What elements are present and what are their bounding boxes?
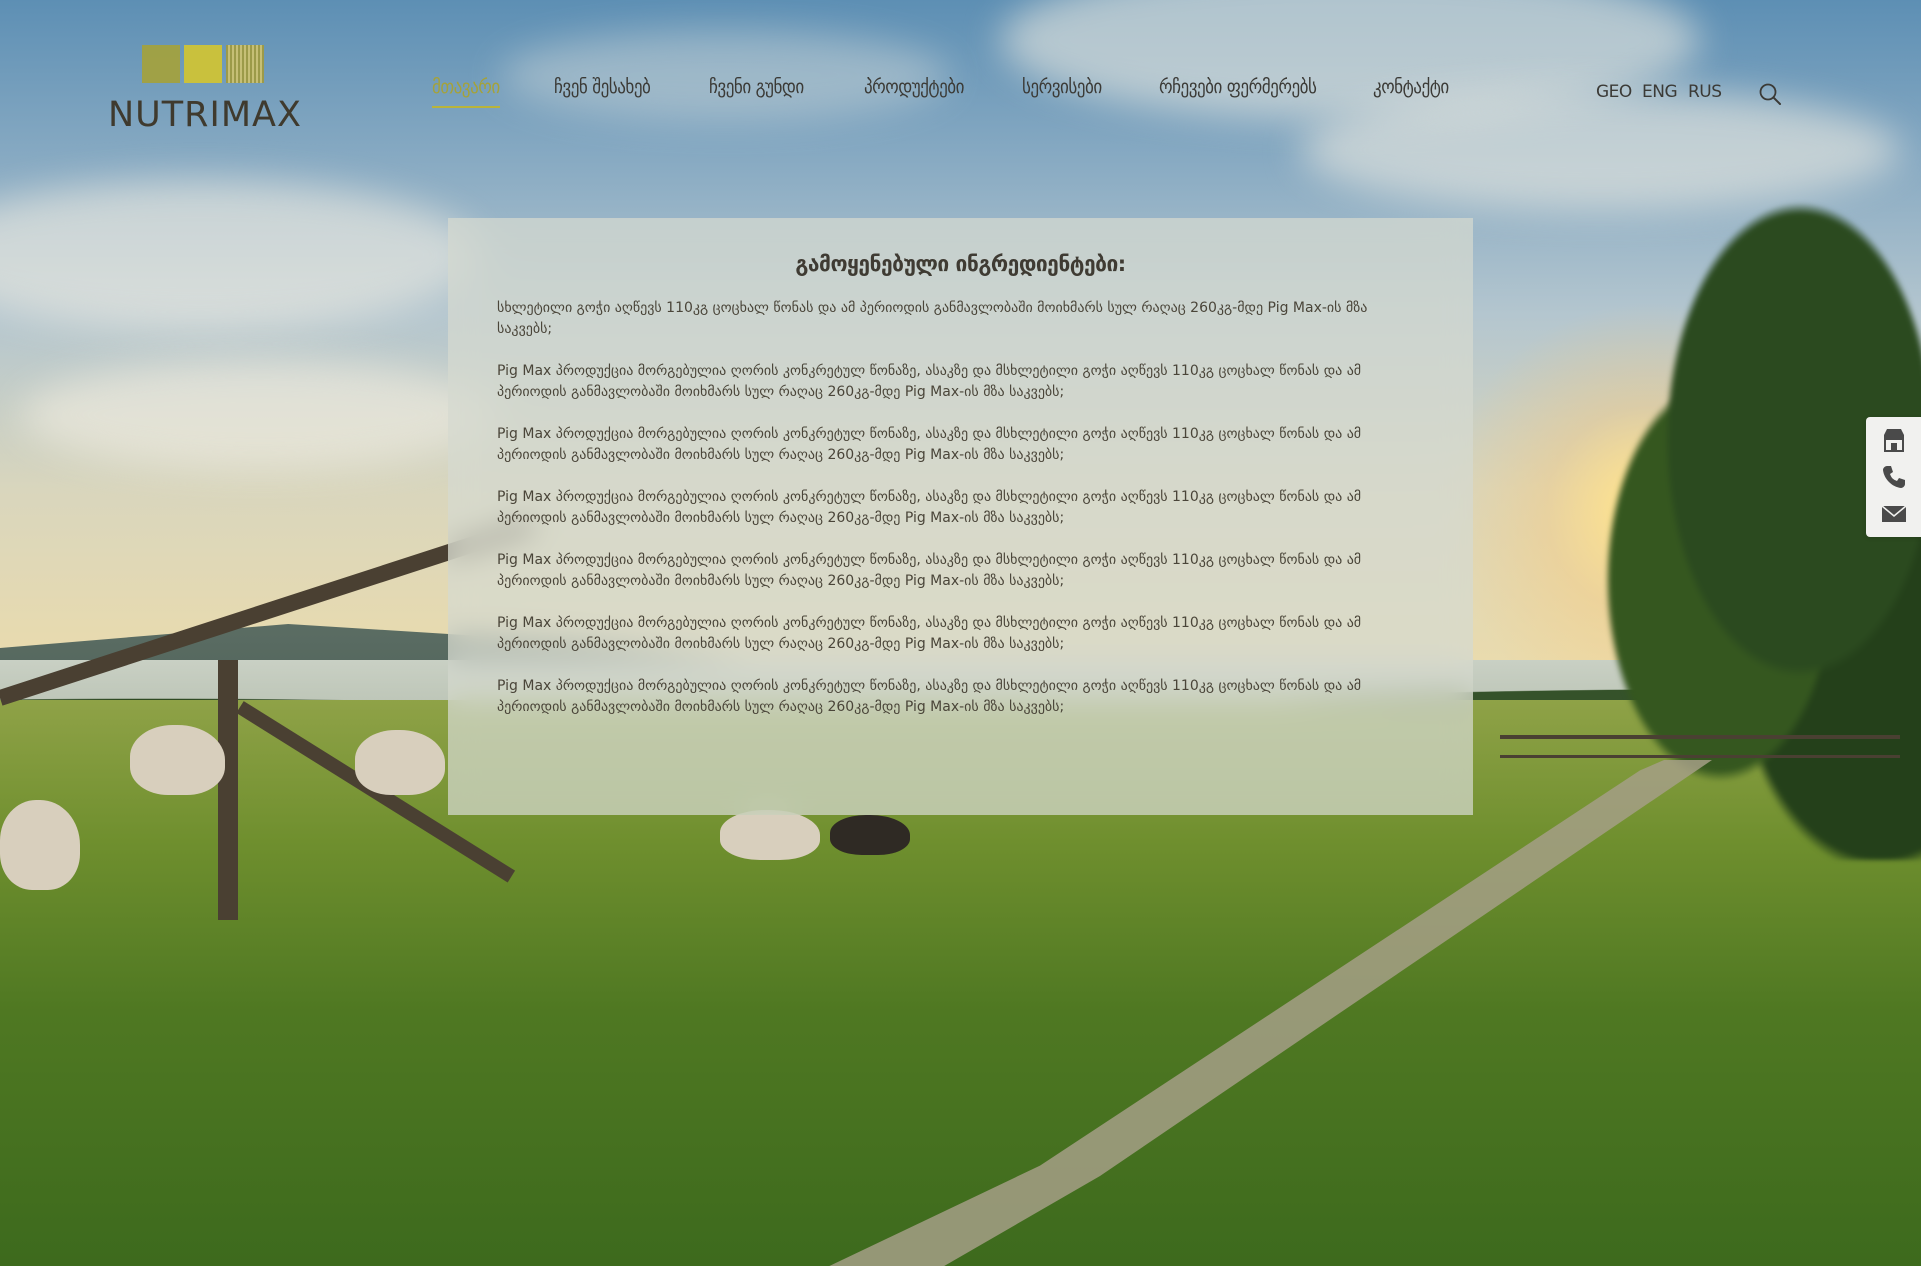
sheep: [830, 815, 910, 855]
fence-post: [218, 660, 238, 920]
paragraph: Pig Max პროდუქცია მორგებულია ღორის კონკრ…: [497, 552, 1362, 589]
lang-rus[interactable]: RUS: [1688, 82, 1722, 102]
sheep: [355, 730, 445, 795]
cloud: [20, 360, 500, 470]
paragraph: Pig Max პროდუქცია მორგებულია ღორის კონკრ…: [497, 426, 1362, 463]
card-title: გამოყენებული ინგრედიენტები:: [795, 252, 1126, 276]
search-icon[interactable]: [1758, 82, 1784, 108]
nav-item-services[interactable]: სერვისები: [1022, 76, 1102, 108]
sheep: [720, 810, 820, 860]
nav-item-about[interactable]: ჩვენ შესახებ: [554, 76, 651, 108]
logo-square: [226, 45, 264, 83]
fence-wire: [1500, 735, 1900, 739]
sheep: [130, 725, 225, 795]
lang-geo[interactable]: GEO: [1596, 82, 1632, 102]
nav-item-products[interactable]: პროდუქტები: [864, 76, 965, 108]
lang-eng[interactable]: ENG: [1642, 82, 1678, 102]
nav-item-contact[interactable]: კონტაქტი: [1373, 76, 1449, 108]
paragraph: Pig Max პროდუქცია მორგებულია ღორის კონკრ…: [497, 489, 1362, 526]
fence-wire: [1500, 755, 1900, 758]
mail-icon[interactable]: [1879, 499, 1909, 529]
phone-icon[interactable]: [1879, 462, 1909, 492]
contact-sidebar: [1866, 417, 1921, 537]
nav-item-team[interactable]: ჩვენი გუნდი: [709, 76, 804, 108]
paragraph: Pig Max პროდუქცია მორგებულია ღორის კონკრ…: [497, 363, 1362, 400]
nav-item-farmer-tips[interactable]: რჩევები ფერმერებს: [1159, 76, 1317, 108]
logo-text: NUTRIMAX: [108, 95, 302, 135]
logo-square: [184, 45, 222, 83]
nav-item-home[interactable]: მთავარი: [432, 76, 500, 108]
site-header: NUTRIMAX მთავარი ჩვენ შესახებ ჩვენი გუნდ…: [0, 0, 1921, 150]
logo-mark: [142, 45, 264, 83]
sheep: [0, 800, 80, 890]
ingredients-card: გამოყენებული ინგრედიენტები: სხლეტილი გოჭ…: [448, 218, 1473, 815]
store-icon[interactable]: [1879, 425, 1909, 455]
paragraph: სხლეტილი გოჭი აღწევს 110კგ ცოცხალ წონას …: [497, 300, 1368, 337]
paragraph: Pig Max პროდუქცია მორგებულია ღორის კონკრ…: [497, 615, 1362, 652]
paragraph: Pig Max პროდუქცია მორგებულია ღორის კონკრ…: [497, 678, 1362, 715]
logo[interactable]: NUTRIMAX: [108, 45, 301, 135]
logo-square: [142, 45, 180, 83]
